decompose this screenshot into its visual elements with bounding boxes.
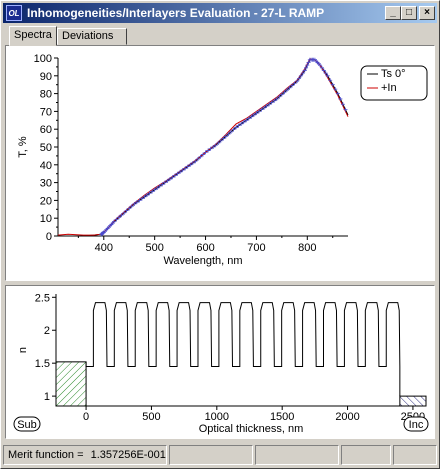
y-tick-label: 80 xyxy=(40,89,52,101)
incident-marker-label: Inc xyxy=(409,419,424,431)
substrate-block xyxy=(55,361,87,407)
window-title: Inhomogeneities/Interlayers Evaluation -… xyxy=(27,6,325,20)
x-tick-label: 700 xyxy=(247,242,265,254)
y-tick-label: 1 xyxy=(44,391,50,403)
y-tick-label: 30 xyxy=(40,178,52,190)
main-window: OL Inhomogeneities/Interlayers Evaluatio… xyxy=(0,0,440,469)
y-tick-label: 10 xyxy=(40,213,52,225)
x-tick-label: 1500 xyxy=(270,411,294,423)
close-button[interactable]: × xyxy=(419,6,435,20)
y-tick-label: 50 xyxy=(40,142,52,154)
x-tick-label: 600 xyxy=(196,242,214,254)
y-tick-label: 0 xyxy=(46,231,52,243)
legend-entry: Ts 0° xyxy=(381,68,406,80)
x-axis-title: Optical thickness, nm xyxy=(199,423,304,435)
y-tick-label: 90 xyxy=(40,71,52,83)
status-bar: Merit function = 1.357256E-001 xyxy=(3,445,437,465)
y-axis-title: T, % xyxy=(17,136,29,158)
legend: Ts 0° +In xyxy=(360,65,428,101)
x-tick-label: 400 xyxy=(95,242,113,254)
minimize-button[interactable]: _ xyxy=(385,6,401,20)
y-tick-label: 40 xyxy=(40,160,52,172)
x-tick-label: 800 xyxy=(298,242,316,254)
status-cell-3 xyxy=(255,445,339,465)
y-tick-label: 20 xyxy=(40,195,52,207)
series-ts-line xyxy=(58,59,349,237)
x-tick-label: 2000 xyxy=(335,411,359,423)
y-tick-label: 100 xyxy=(34,53,52,65)
y-tick-label: 60 xyxy=(40,124,52,136)
x-tick-label: 1000 xyxy=(205,411,229,423)
spectra-chart: 0 10 20 30 40 50 60 70 80 90 100 400 500 600 700 800 Wav… xyxy=(17,53,428,267)
y-tick-label: 2 xyxy=(44,325,50,337)
refractive-index-profile-chart: 11.522.505001000150020002500Optical thic… xyxy=(13,292,429,435)
merit-function-status: Merit function = 1.357256E-001 xyxy=(3,445,167,465)
series-in-line xyxy=(57,58,349,236)
spectra-panel: 0 10 20 30 40 50 60 70 80 90 100 400 500 600 700 800 Wav… xyxy=(5,45,435,281)
y-tick-label: 70 xyxy=(40,106,52,118)
x-axis-title: Wavelength, nm xyxy=(163,255,242,267)
app-icon: OL xyxy=(6,5,22,21)
maximize-button[interactable]: □ xyxy=(401,6,417,20)
y-axis-title: n xyxy=(17,347,29,353)
legend-entry: +In xyxy=(381,82,397,94)
profile-panel: 11.522.505001000150020002500Optical thic… xyxy=(5,285,435,439)
merit-function-value: 1.357256E-001 xyxy=(90,449,166,461)
x-tick-label: 500 xyxy=(145,242,163,254)
status-cell-5 xyxy=(393,445,437,465)
incident-medium-block xyxy=(399,395,427,407)
title-bar[interactable]: OL Inhomogeneities/Interlayers Evaluatio… xyxy=(3,3,437,23)
tab-spectra[interactable]: Spectra xyxy=(9,26,57,46)
y-tick-label: 1.5 xyxy=(35,358,50,370)
x-tick-label: 0 xyxy=(83,411,89,423)
x-tick-label: 500 xyxy=(142,411,160,423)
status-cell-4 xyxy=(341,445,391,465)
tab-deviations[interactable]: Deviations xyxy=(57,28,127,45)
merit-function-label: Merit function = xyxy=(8,449,84,461)
index-profile-line xyxy=(85,302,401,397)
substrate-marker-label: Sub xyxy=(17,419,37,431)
y-tick-label: 2.5 xyxy=(35,292,50,304)
status-cell-2 xyxy=(169,445,253,465)
